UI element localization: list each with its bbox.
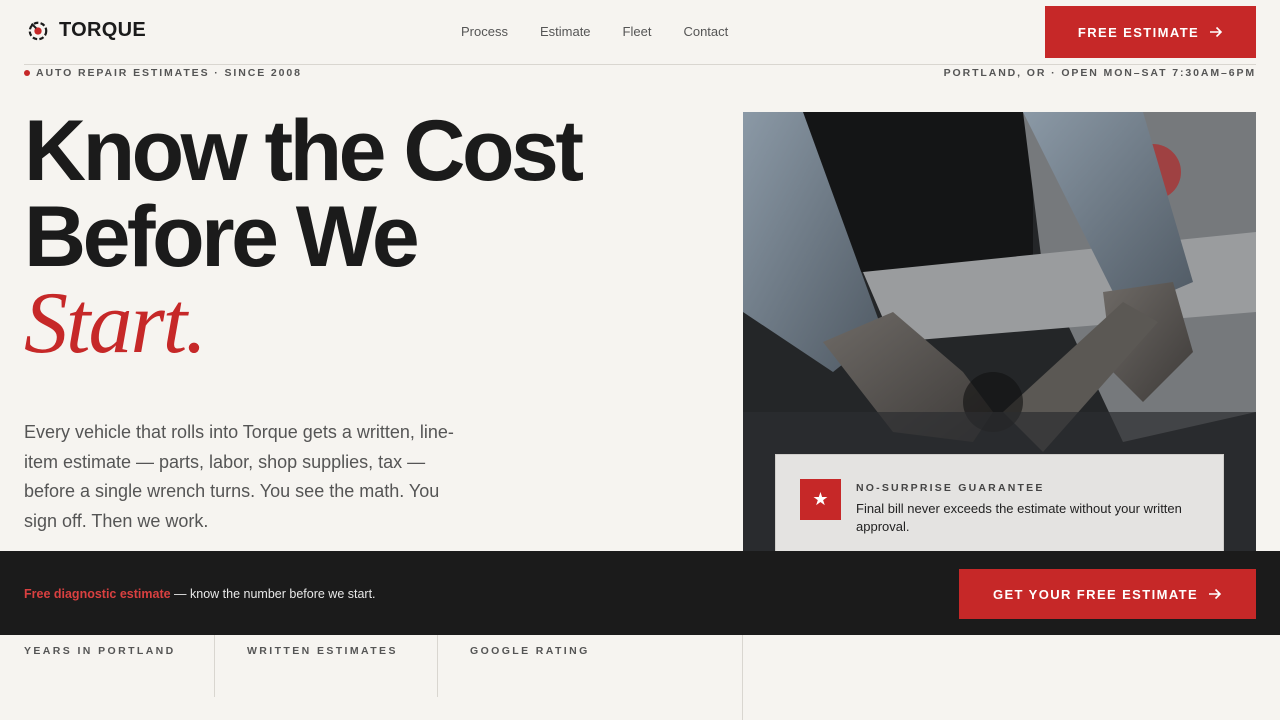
gear-icon xyxy=(28,21,48,40)
hero-intro: Every vehicle that rolls into Torque get… xyxy=(24,422,454,531)
band-message: Free diagnostic estimate — know the numb… xyxy=(24,587,376,601)
status-dot xyxy=(24,70,30,76)
guarantee-card: ★ NO-SURPRISE GUARANTEE Final bill never… xyxy=(775,454,1224,552)
hours-info: PORTLAND, OR · OPEN MON–SAT 7:30AM–6PM xyxy=(943,67,1256,79)
get-free-estimate-label: GET YOUR FREE ESTIMATE xyxy=(992,586,1199,602)
stat-divider xyxy=(437,635,438,697)
stat-years-label: YEARS IN PORTLAND xyxy=(24,645,176,657)
main-nav: Process Estimate Fleet Contact xyxy=(461,24,728,39)
stat-rating-label: GOOGLE RATING xyxy=(470,645,590,657)
nav-item-process[interactable]: Process xyxy=(461,24,508,39)
stats-row: YEARS IN PORTLAND WRITTEN ESTIMATES GOOG… xyxy=(0,635,1280,720)
stat-divider xyxy=(742,635,743,720)
hero-headline: Know the Cost Before We Start. xyxy=(24,103,584,372)
free-estimate-label: FREE ESTIMATE xyxy=(1077,24,1200,40)
stat-estimates-label: WRITTEN ESTIMATES xyxy=(247,645,398,657)
site-header: TORQUE Process Estimate Fleet Contact FR… xyxy=(0,0,1280,64)
free-estimate-button[interactable]: FREE ESTIMATE xyxy=(1045,6,1256,58)
star-icon: ★ xyxy=(800,479,841,520)
band-text: — know the number before we start. xyxy=(170,587,376,601)
nav-item-estimate[interactable]: Estimate xyxy=(540,24,591,39)
arrow-right-icon xyxy=(1210,26,1223,38)
guarantee-text: Final bill never exceeds the estimate wi… xyxy=(856,501,1182,534)
band-highlight: Free diagnostic estimate xyxy=(24,587,171,601)
cta-band: Free diagnostic estimate — know the numb… xyxy=(0,551,1280,635)
nav-item-contact[interactable]: Contact xyxy=(683,24,728,39)
stat-divider xyxy=(214,635,215,697)
arrow-right-icon xyxy=(1209,588,1222,600)
headline-accent: Start. xyxy=(24,275,207,372)
brand-logo[interactable]: TORQUE xyxy=(27,19,146,42)
tagline-text: AUTO REPAIR ESTIMATES · SINCE 2008 xyxy=(36,67,302,79)
header-divider xyxy=(24,64,1256,65)
headline-line-2: Before We xyxy=(24,189,420,285)
nav-item-fleet[interactable]: Fleet xyxy=(623,24,652,39)
guarantee-title: NO-SURPRISE GUARANTEE xyxy=(856,482,1045,494)
headline-line-1: Know the Cost xyxy=(24,103,584,199)
tagline: AUTO REPAIR ESTIMATES · SINCE 2008 xyxy=(24,67,302,79)
get-free-estimate-button[interactable]: GET YOUR FREE ESTIMATE xyxy=(959,569,1256,619)
brand-name: TORQUE xyxy=(59,19,146,41)
